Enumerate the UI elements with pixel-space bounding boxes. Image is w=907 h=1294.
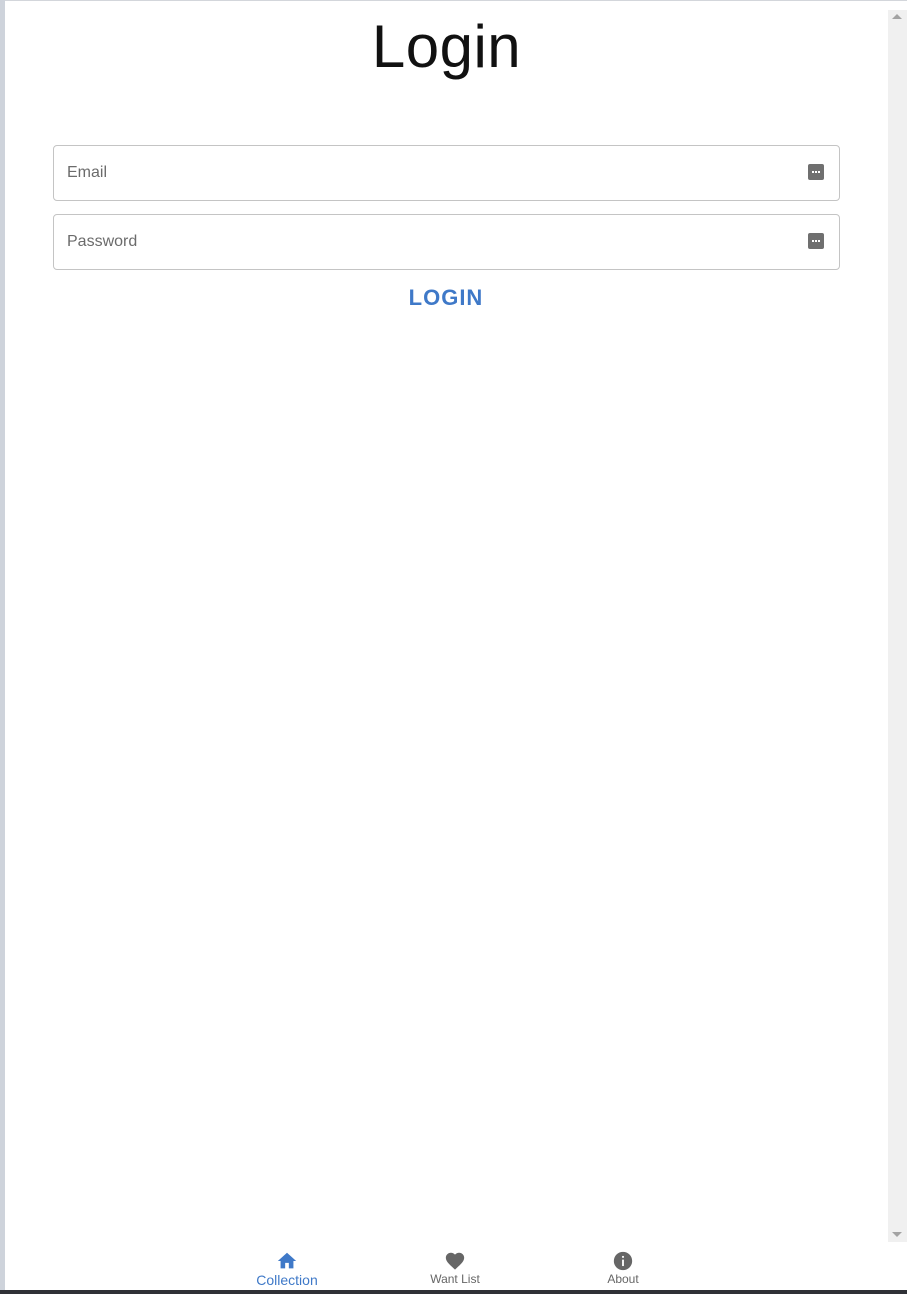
app-frame: Login LOGIN Collection Want List <box>0 0 907 1294</box>
login-button[interactable]: LOGIN <box>396 280 496 316</box>
password-input[interactable] <box>54 215 839 269</box>
password-field[interactable] <box>53 214 840 270</box>
home-icon <box>277 1252 297 1269</box>
nav-item-about[interactable]: About <box>568 1250 678 1290</box>
nav-item-collection[interactable]: Collection <box>232 1250 342 1290</box>
info-icon <box>613 1251 633 1271</box>
nav-item-want-list[interactable]: Want List <box>400 1250 510 1290</box>
bottom-window-edge <box>0 1290 907 1294</box>
email-input[interactable] <box>54 146 839 200</box>
left-window-edge <box>0 0 5 1294</box>
nav-label-collection: Collection <box>256 1272 318 1288</box>
nav-label-want-list: Want List <box>430 1272 480 1286</box>
bottom-navigation: Collection Want List About <box>5 1244 888 1290</box>
scroll-down-arrow-icon[interactable] <box>892 1232 902 1237</box>
page-title: Login <box>371 13 522 80</box>
top-border <box>0 0 907 1</box>
scroll-up-arrow-icon[interactable] <box>892 14 902 19</box>
password-manager-icon[interactable] <box>808 164 824 180</box>
vertical-scrollbar[interactable] <box>888 10 907 1242</box>
nav-label-about: About <box>607 1272 639 1286</box>
email-field[interactable] <box>53 145 840 201</box>
password-manager-icon[interactable] <box>808 233 824 249</box>
heart-icon <box>445 1252 465 1270</box>
